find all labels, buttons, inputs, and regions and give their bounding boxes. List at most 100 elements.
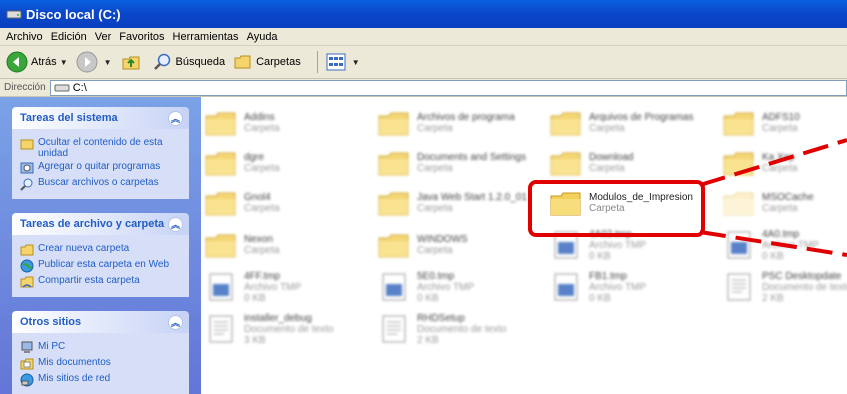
views-button[interactable]: ▼ <box>326 53 360 71</box>
folder-icon <box>205 152 236 176</box>
file-name: Nexon <box>244 234 273 245</box>
forward-arrow-icon <box>76 51 98 73</box>
file-size: 0 KB <box>417 292 439 304</box>
file-name: dgre <box>244 152 265 163</box>
up-button[interactable] <box>120 51 145 73</box>
forward-dropdown-icon[interactable]: ▼ <box>104 58 112 67</box>
file-type: Carpeta <box>762 163 798 174</box>
menu-ayuda[interactable]: Ayuda <box>247 31 278 43</box>
task-search-files[interactable]: Buscar archivos o carpetas <box>20 177 181 191</box>
place-my-computer[interactable]: Mi PC <box>20 341 181 355</box>
search-label: Búsqueda <box>175 56 226 68</box>
file-item[interactable]: installer_debug Documento de texto 3 KB <box>204 309 354 349</box>
file-item[interactable]: PSC Desktopdate Documento de texto 2 KB <box>722 267 847 307</box>
folder-item[interactable]: Arquivos de Programas Carpeta <box>549 103 699 143</box>
file-type: Carpeta <box>417 123 453 134</box>
file-type: Documento de texto <box>417 323 507 335</box>
folders-label: Carpetas <box>256 56 301 68</box>
file-type: Documento de texto <box>762 281 847 293</box>
back-button[interactable]: Atrás ▼ <box>6 51 68 73</box>
file-name: WINDOWS <box>417 234 468 245</box>
file-item[interactable]: RHDSetup Documento de texto 2 KB <box>377 309 527 349</box>
file-tasks-header[interactable]: Tareas de archivo y carpeta ︽ <box>12 213 189 235</box>
folders-button[interactable]: Carpetas <box>233 52 301 72</box>
folder-icon <box>550 152 581 176</box>
task-publish-web[interactable]: Publicar esta carpeta en Web <box>20 259 181 273</box>
file-type: Carpeta <box>244 123 280 134</box>
file-type: Carpeta <box>244 203 280 214</box>
collapse-chevron-icon[interactable]: ︽ <box>168 314 183 330</box>
views-dropdown-icon[interactable]: ▼ <box>352 58 360 67</box>
folders-icon <box>234 55 251 69</box>
menu-archivo[interactable]: Archivo <box>6 31 43 43</box>
folder-item[interactable]: dgre Carpeta <box>204 143 354 183</box>
folder-item[interactable]: Addins Carpeta <box>204 103 354 143</box>
task-share-folder[interactable]: Compartir esta carpeta <box>20 275 181 289</box>
menu-ver[interactable]: Ver <box>95 31 112 43</box>
folder-item[interactable]: Ka Xep Carpeta <box>722 143 847 183</box>
text-file-icon <box>209 315 233 343</box>
back-label: Atrás <box>31 56 57 68</box>
folder-item[interactable]: Java Web Start 1.2.0_01 Carpeta <box>377 183 527 223</box>
folder-up-icon <box>122 56 140 70</box>
drive-icon <box>54 84 70 91</box>
folder-item[interactable]: Documents and Settings Carpeta <box>377 143 527 183</box>
file-name: installer_debug <box>244 312 312 324</box>
folder-icon <box>723 192 754 216</box>
collapse-chevron-icon[interactable]: ︽ <box>168 110 183 126</box>
folder-icon <box>205 112 236 136</box>
file-type: Carpeta <box>417 163 453 174</box>
file-name: RHDSetup <box>417 312 465 324</box>
file-name: 5E0.tmp <box>417 270 455 282</box>
task-new-folder[interactable]: Crear nueva carpeta <box>20 243 181 257</box>
task-add-remove-programs[interactable]: Agregar o quitar programas <box>20 161 181 175</box>
address-input[interactable]: C:\ <box>49 79 847 96</box>
folder-icon <box>550 112 581 136</box>
file-type: Documento de texto <box>244 323 334 335</box>
menu-favoritos[interactable]: Favoritos <box>119 31 164 43</box>
file-name: PSC Desktopdate <box>762 270 842 282</box>
new-folder-icon <box>20 244 34 256</box>
file-name: Download <box>589 152 634 163</box>
back-dropdown-icon[interactable]: ▼ <box>60 58 68 67</box>
folder-icon <box>378 152 409 176</box>
place-network[interactable]: Mis sitios de red <box>20 373 181 387</box>
file-name: Archivos de programa <box>417 112 515 123</box>
file-name: FB1.tmp <box>589 270 627 282</box>
file-type: Carpeta <box>589 123 625 134</box>
title-bar: Disco local (C:) <box>0 0 847 28</box>
folder-item[interactable]: WINDOWS Carpeta <box>377 225 527 265</box>
collapse-chevron-icon[interactable]: ︽ <box>168 216 183 232</box>
highlight-box <box>528 180 705 237</box>
file-item[interactable]: 4FF.tmp Archivo TMP 0 KB <box>204 267 354 307</box>
window-title: Disco local (C:) <box>26 6 121 22</box>
folder-item[interactable]: MSOCache Carpeta <box>722 183 847 223</box>
system-tasks-panel: Tareas del sistema ︽ Ocultar el contenid… <box>12 107 189 199</box>
file-name: Java Web Start 1.2.0_01 <box>417 192 527 203</box>
file-type: Carpeta <box>762 123 798 134</box>
toolbar: Atrás ▼ ▼ Búsqueda Carpetas ▼ <box>0 46 847 79</box>
file-item[interactable]: 5E0.tmp Archivo TMP 0 KB <box>377 267 527 307</box>
folder-icon <box>378 112 409 136</box>
folder-item[interactable]: Gnol4 Carpeta <box>204 183 354 223</box>
file-name: 4A0.tmp <box>762 228 800 240</box>
other-places-header[interactable]: Otros sitios ︽ <box>12 311 189 333</box>
file-type: Carpeta <box>244 163 280 174</box>
folder-item[interactable]: Nexon Carpeta <box>204 225 354 265</box>
folder-item[interactable]: ADFS10 Carpeta <box>722 103 847 143</box>
hide-contents-icon <box>20 139 34 150</box>
menu-edicion[interactable]: Edición <box>51 31 87 43</box>
forward-button[interactable]: ▼ <box>76 51 112 73</box>
place-my-documents[interactable]: Mis documentos <box>20 357 181 371</box>
folder-icon <box>378 234 409 258</box>
search-button[interactable]: Búsqueda <box>153 52 226 72</box>
system-tasks-header[interactable]: Tareas del sistema ︽ <box>12 107 189 129</box>
file-item[interactable]: FB1.tmp Archivo TMP 0 KB <box>549 267 699 307</box>
menu-herramientas[interactable]: Herramientas <box>173 31 239 43</box>
task-hide-drive[interactable]: Ocultar el contenido de esta unidad <box>20 137 181 159</box>
back-arrow-icon <box>6 51 28 73</box>
folder-item[interactable]: Download Carpeta <box>549 143 699 183</box>
folder-item[interactable]: Archivos de programa Carpeta <box>377 103 527 143</box>
file-item[interactable]: 4A0.tmp Archivo TMP 0 KB <box>722 225 847 265</box>
file-type: Archivo TMP <box>589 239 647 251</box>
